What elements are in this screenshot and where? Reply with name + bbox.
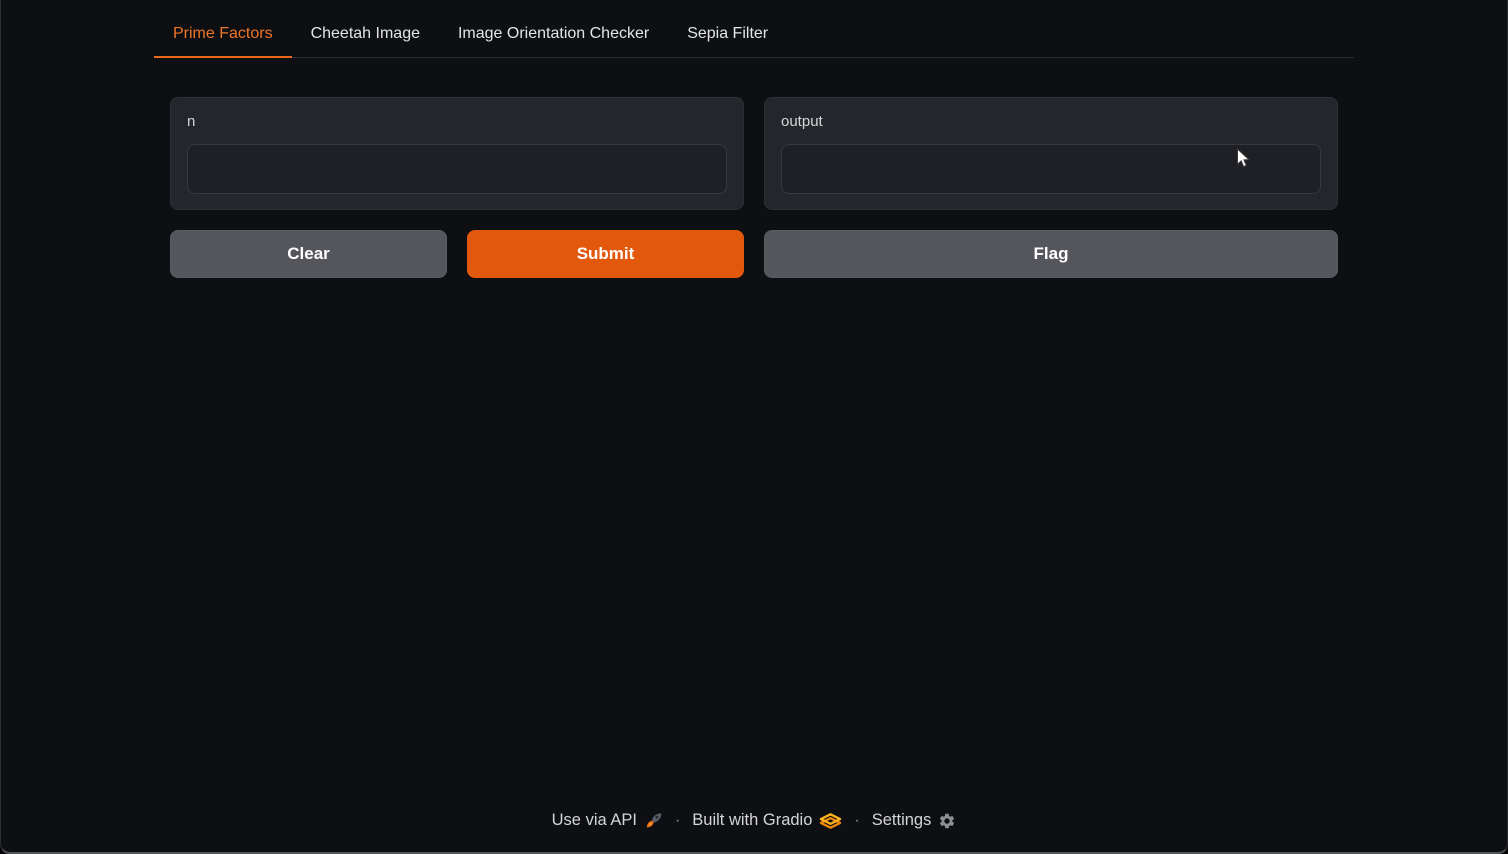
- tab-bar: Prime Factors Cheetah Image Image Orient…: [154, 13, 1354, 58]
- gear-icon: [938, 812, 956, 830]
- built-with-gradio-link[interactable]: Built with Gradio: [692, 811, 842, 830]
- footer-separator-1: ·: [672, 812, 683, 830]
- footer: Use via API · Built with Gradio: [154, 811, 1354, 852]
- footer-separator-2: ·: [851, 812, 862, 830]
- built-with-gradio-label: Built with Gradio: [692, 811, 812, 830]
- use-via-api-label: Use via API: [552, 811, 637, 830]
- input-label: n: [187, 114, 727, 131]
- settings-label: Settings: [872, 811, 932, 830]
- input-panel: n: [170, 97, 744, 210]
- output-panel: output: [764, 97, 1338, 210]
- settings-link[interactable]: Settings: [872, 811, 957, 830]
- app-window: Prime Factors Cheetah Image Image Orient…: [0, 0, 1508, 854]
- tab-panel-prime-factors: n output Clear Submit Flag: [154, 97, 1354, 278]
- clear-button[interactable]: Clear: [170, 230, 447, 278]
- tab-sepia-filter[interactable]: Sepia Filter: [668, 13, 787, 58]
- submit-button[interactable]: Submit: [467, 230, 744, 278]
- tab-cheetah-image[interactable]: Cheetah Image: [292, 13, 439, 58]
- n-input[interactable]: [187, 144, 727, 194]
- gradio-logo-icon: [819, 812, 842, 830]
- tab-prime-factors[interactable]: Prime Factors: [154, 13, 292, 58]
- output-label: output: [781, 114, 1321, 131]
- gradio-app-container: Prime Factors Cheetah Image Image Orient…: [154, 0, 1354, 852]
- rocket-icon: [644, 811, 663, 830]
- tab-image-orientation-checker[interactable]: Image Orientation Checker: [439, 13, 668, 58]
- use-via-api-link[interactable]: Use via API: [552, 811, 663, 830]
- flag-button[interactable]: Flag: [764, 230, 1338, 278]
- empty-space: [154, 278, 1354, 811]
- output-textbox[interactable]: [781, 144, 1321, 194]
- clear-submit-group: Clear Submit: [170, 230, 744, 278]
